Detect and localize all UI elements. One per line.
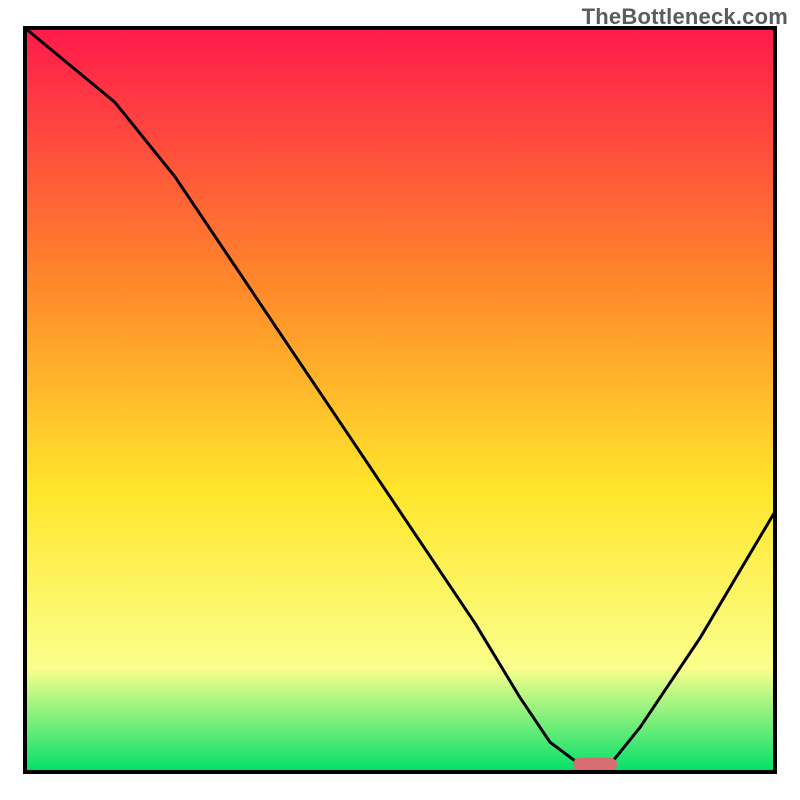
watermark-text: TheBottleneck.com [582, 4, 788, 30]
bottleneck-chart [0, 0, 800, 800]
chart-container: TheBottleneck.com [0, 0, 800, 800]
gradient-background [25, 28, 775, 772]
optimal-marker [573, 758, 617, 772]
